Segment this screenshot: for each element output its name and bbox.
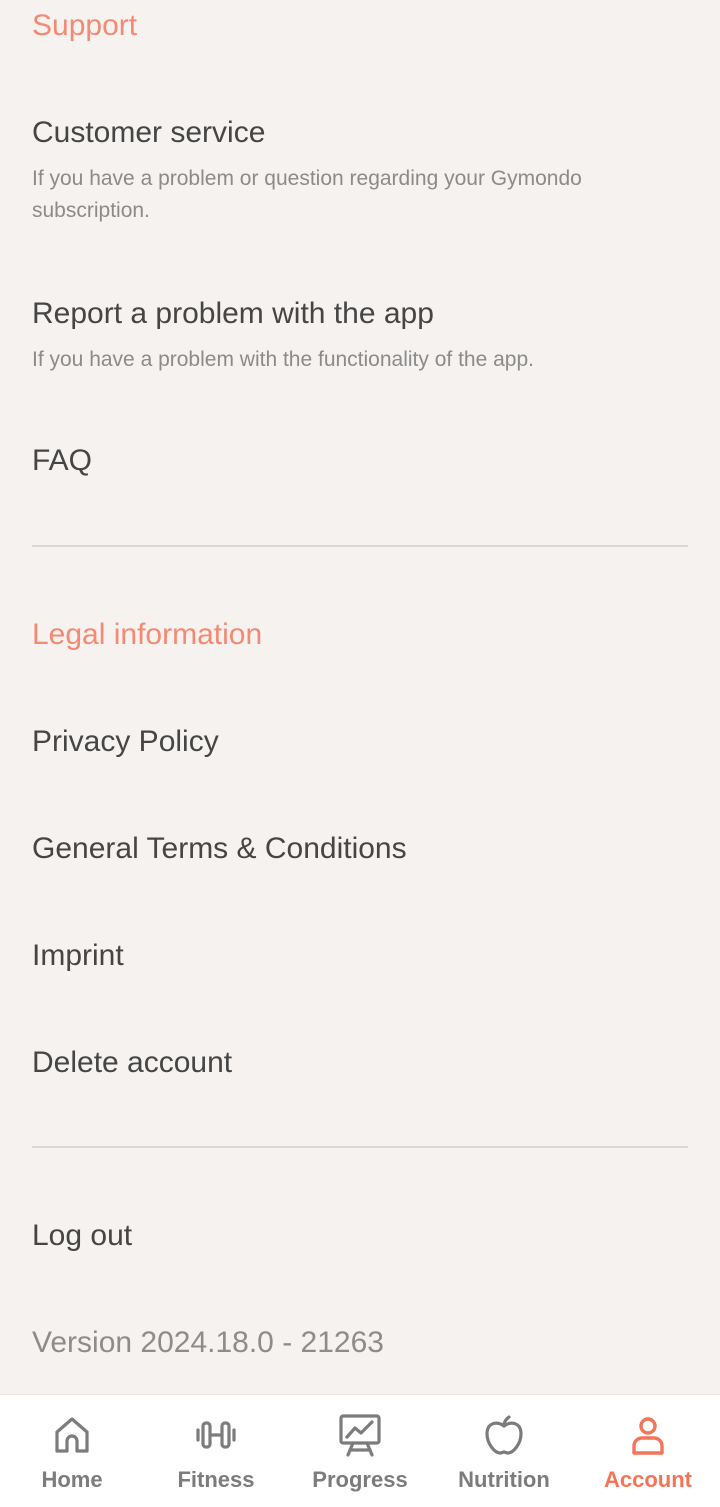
tab-home-label: Home (41, 1467, 103, 1492)
imprint-item[interactable]: Imprint (0, 920, 720, 992)
faq-item[interactable]: FAQ (0, 425, 720, 497)
version-text: Version 2024.18.0 - 21263 (32, 1326, 384, 1359)
logout-label: Log out (32, 1219, 133, 1252)
person-icon (626, 1413, 670, 1457)
dumbbell-icon (194, 1413, 238, 1457)
account-screen: Support Customer service If you have a p… (0, 0, 720, 1507)
chart-board-icon (338, 1413, 382, 1457)
imprint-label: Imprint (32, 939, 124, 972)
customer-service-title: Customer service (32, 116, 266, 149)
support-section-title: Support (32, 9, 138, 42)
bottom-tab-bar: Home Fitness Progress Nutrition Account (0, 1394, 720, 1507)
report-problem-item[interactable]: Report a problem with the app If you hav… (0, 282, 720, 392)
apple-icon (482, 1413, 526, 1457)
tab-fitness-label: Fitness (177, 1467, 255, 1492)
customer-service-description: If you have a problem or question regard… (32, 167, 582, 222)
tab-progress[interactable]: Progress (288, 1395, 432, 1507)
delete-account-label: Delete account (32, 1046, 233, 1079)
tab-home[interactable]: Home (0, 1395, 144, 1507)
terms-label: General Terms & Conditions (32, 832, 407, 865)
divider (32, 545, 688, 547)
delete-account-item[interactable]: Delete account (0, 1027, 720, 1099)
logout-item[interactable]: Log out (0, 1200, 720, 1272)
report-problem-description: If you have a problem with the functiona… (32, 348, 534, 371)
divider (32, 1146, 688, 1148)
faq-title: FAQ (32, 444, 93, 477)
tab-fitness[interactable]: Fitness (144, 1395, 288, 1507)
privacy-policy-label: Privacy Policy (32, 725, 219, 758)
report-problem-title: Report a problem with the app (32, 297, 434, 330)
tab-nutrition[interactable]: Nutrition (432, 1395, 576, 1507)
tab-progress-label: Progress (312, 1467, 408, 1492)
legal-section-title: Legal information (32, 618, 263, 651)
customer-service-item[interactable]: Customer service If you have a problem o… (0, 100, 720, 240)
tab-account-label: Account (604, 1467, 692, 1492)
privacy-policy-item[interactable]: Privacy Policy (0, 706, 720, 778)
tab-account[interactable]: Account (576, 1395, 720, 1507)
home-icon (50, 1413, 94, 1457)
tab-nutrition-label: Nutrition (458, 1467, 550, 1492)
terms-item[interactable]: General Terms & Conditions (0, 813, 720, 885)
